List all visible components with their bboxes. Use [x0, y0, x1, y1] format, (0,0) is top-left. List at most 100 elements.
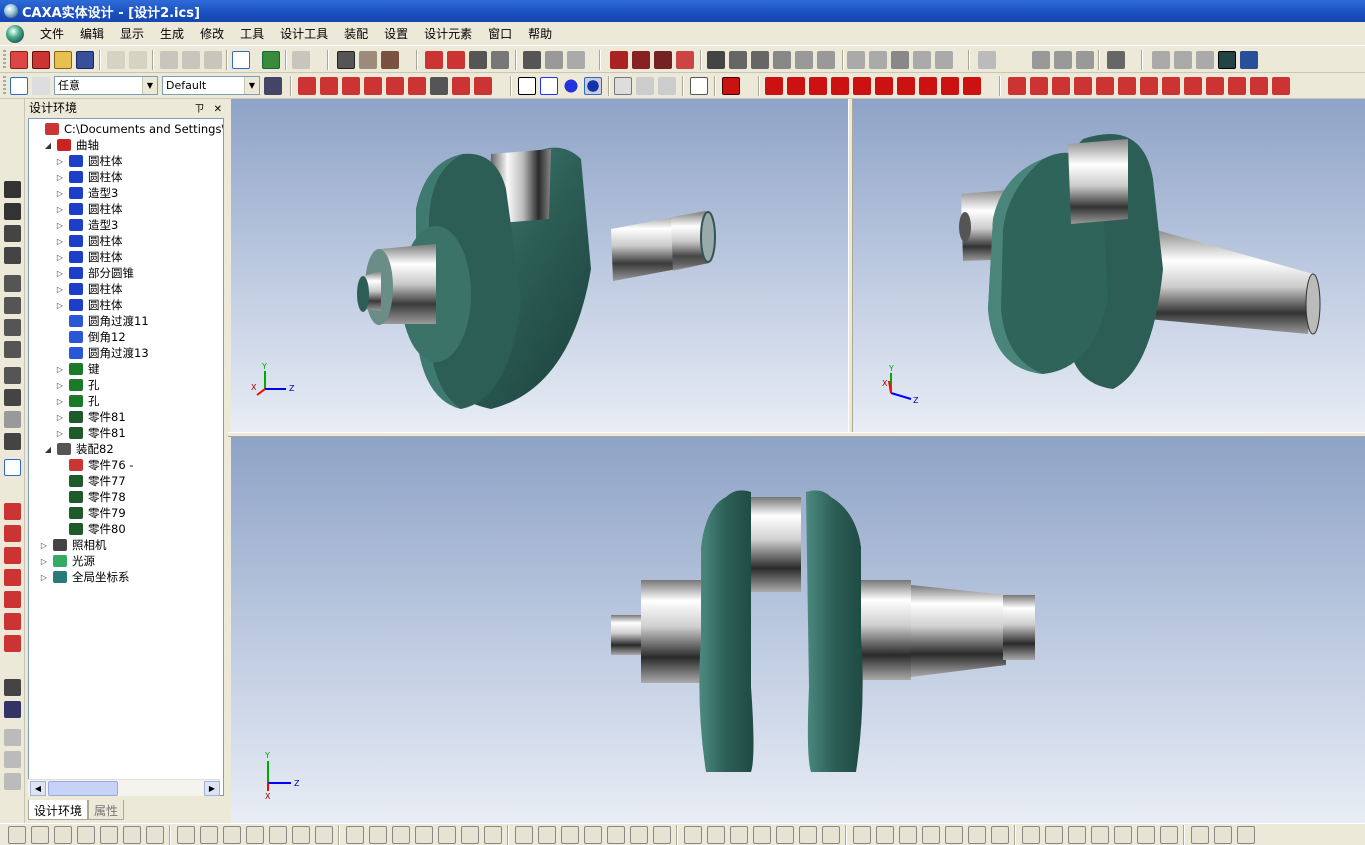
section-icon[interactable] [4, 433, 21, 450]
sketch-tool-icon[interactable] [269, 826, 287, 844]
layout-icon[interactable] [1218, 51, 1236, 69]
tree-node[interactable]: ▷ 零件81 [55, 409, 126, 425]
tree-node[interactable]: ▷ 全局坐标系 [39, 569, 130, 585]
tree-node[interactable]: 圆角过渡13 [55, 345, 149, 361]
smooth-icon[interactable] [567, 51, 585, 69]
sketch-tool-icon[interactable] [822, 826, 840, 844]
expand-toggle-icon[interactable]: ▷ [55, 269, 65, 278]
surface-icon[interactable] [545, 51, 563, 69]
menu-help[interactable]: 帮助 [520, 23, 560, 44]
expand-toggle-icon[interactable]: ▷ [55, 429, 65, 438]
cylinder-view-icon[interactable] [658, 77, 676, 95]
sketch-tool-icon[interactable] [799, 826, 817, 844]
tool-disabled-1-icon[interactable] [4, 729, 21, 746]
paste-icon[interactable] [204, 51, 222, 69]
look-at-icon[interactable] [4, 341, 21, 358]
boolean-add-icon[interactable] [847, 51, 865, 69]
move-icon[interactable] [4, 181, 21, 198]
sketch-tool-icon[interactable] [991, 826, 1009, 844]
viewport-bottom[interactable]: Y Z X [231, 437, 1365, 823]
tree-node[interactable]: ▷ 圆柱体 [55, 169, 123, 185]
sketch-tool-icon[interactable] [515, 826, 533, 844]
style-select[interactable]: Default ▼ [162, 76, 260, 95]
sketch-tool-icon[interactable] [707, 826, 725, 844]
sketch-tool-icon[interactable] [369, 826, 387, 844]
help-pointer-icon[interactable] [292, 51, 310, 69]
snap-8-icon[interactable] [452, 77, 470, 95]
sketch-line-icon[interactable] [4, 591, 21, 608]
tree-node[interactable]: ▷ 圆柱体 [55, 249, 123, 265]
pin-icon[interactable]: ㄗ [194, 104, 204, 115]
sketch-tool-icon[interactable] [1068, 826, 1086, 844]
expand-toggle-icon[interactable]: ▷ [55, 365, 65, 374]
tree-node[interactable]: ◢ 曲轴 [43, 137, 99, 153]
sketch-tool-icon[interactable] [753, 826, 771, 844]
walk-icon[interactable] [4, 367, 21, 384]
tree-node[interactable]: 圆角过渡11 [55, 313, 149, 329]
tree-node[interactable]: ▷ 零件81 [55, 425, 126, 441]
feature-red-3-icon[interactable] [654, 51, 672, 69]
menu-edit[interactable]: 编辑 [72, 23, 112, 44]
view-iso-3-icon[interactable] [941, 77, 959, 95]
expand-toggle-icon[interactable]: ▷ [55, 173, 65, 182]
snap-4-icon[interactable] [364, 77, 382, 95]
sketch-tool-icon[interactable] [246, 826, 264, 844]
lock-icon[interactable] [4, 411, 21, 428]
text-icon[interactable] [523, 51, 541, 69]
design-tree-toggle-icon[interactable] [232, 51, 250, 69]
tab-design-environment[interactable]: 设计环境 [28, 800, 89, 820]
draft-icon[interactable] [729, 51, 747, 69]
camera-8-icon[interactable] [1162, 77, 1180, 95]
pan-icon[interactable] [4, 247, 21, 264]
tab-properties[interactable]: 属性 [88, 800, 125, 820]
view-left-icon[interactable] [809, 77, 827, 95]
camera-2-icon[interactable] [1030, 77, 1048, 95]
expand-toggle-icon[interactable]: ▷ [39, 541, 49, 550]
expand-toggle-icon[interactable]: ▷ [55, 157, 65, 166]
sketch-icon[interactable] [978, 51, 996, 69]
design-tree[interactable]: C:\Documents and Settings\Admini◢曲轴▷圆柱体▷… [28, 118, 224, 796]
sketch-tool-icon[interactable] [853, 826, 871, 844]
sketch-tool-icon[interactable] [146, 826, 164, 844]
zoom-icon[interactable] [4, 275, 21, 292]
sketch-tool-icon[interactable] [177, 826, 195, 844]
loft-icon[interactable] [491, 51, 509, 69]
tree-node[interactable]: ▷ 圆柱体 [55, 233, 123, 249]
sketch-tool-icon[interactable] [1045, 826, 1063, 844]
tree-node[interactable]: ▷ 圆柱体 [55, 153, 123, 169]
window-1-icon[interactable] [1152, 51, 1170, 69]
view-iso-2-icon[interactable] [919, 77, 937, 95]
texture-icon[interactable] [381, 51, 399, 69]
expand-toggle-icon[interactable]: ◢ [43, 445, 53, 454]
sketch-tool-icon[interactable] [730, 826, 748, 844]
camera-13-icon[interactable] [1272, 77, 1290, 95]
camera-1-icon[interactable] [1008, 77, 1026, 95]
measure-icon[interactable] [1107, 51, 1125, 69]
undo-icon[interactable] [107, 51, 125, 69]
view-bottom-icon[interactable] [875, 77, 893, 95]
expand-toggle-icon[interactable]: ▷ [55, 397, 65, 406]
sweep-icon[interactable] [469, 51, 487, 69]
properties-icon[interactable] [1240, 51, 1258, 69]
view-iso-4-icon[interactable] [963, 77, 981, 95]
extrude-icon[interactable] [425, 51, 443, 69]
scroll-right-icon[interactable]: ▶ [204, 781, 220, 796]
view-back-icon[interactable] [787, 77, 805, 95]
camera-6-icon[interactable] [1118, 77, 1136, 95]
assembly-2-icon[interactable] [1054, 51, 1072, 69]
save-icon[interactable] [76, 51, 94, 69]
snap-7-icon[interactable] [430, 77, 448, 95]
feature-red-2-icon[interactable] [632, 51, 650, 69]
menu-tools[interactable]: 工具 [232, 23, 272, 44]
sketch-tool-icon[interactable] [1091, 826, 1109, 844]
sketch-box-icon[interactable] [4, 525, 21, 542]
hidden-line-icon[interactable] [540, 77, 558, 95]
snap-5-icon[interactable] [386, 77, 404, 95]
camera-4-icon[interactable] [1074, 77, 1092, 95]
expand-toggle-icon[interactable]: ▷ [55, 253, 65, 262]
render-icon[interactable] [337, 51, 355, 69]
sketch-tool-icon[interactable] [8, 826, 26, 844]
tree-node[interactable]: C:\Documents and Settings\Admini [31, 121, 223, 137]
document-menu-icon[interactable] [6, 24, 24, 43]
tree-node[interactable]: ▷ 光源 [39, 553, 95, 569]
